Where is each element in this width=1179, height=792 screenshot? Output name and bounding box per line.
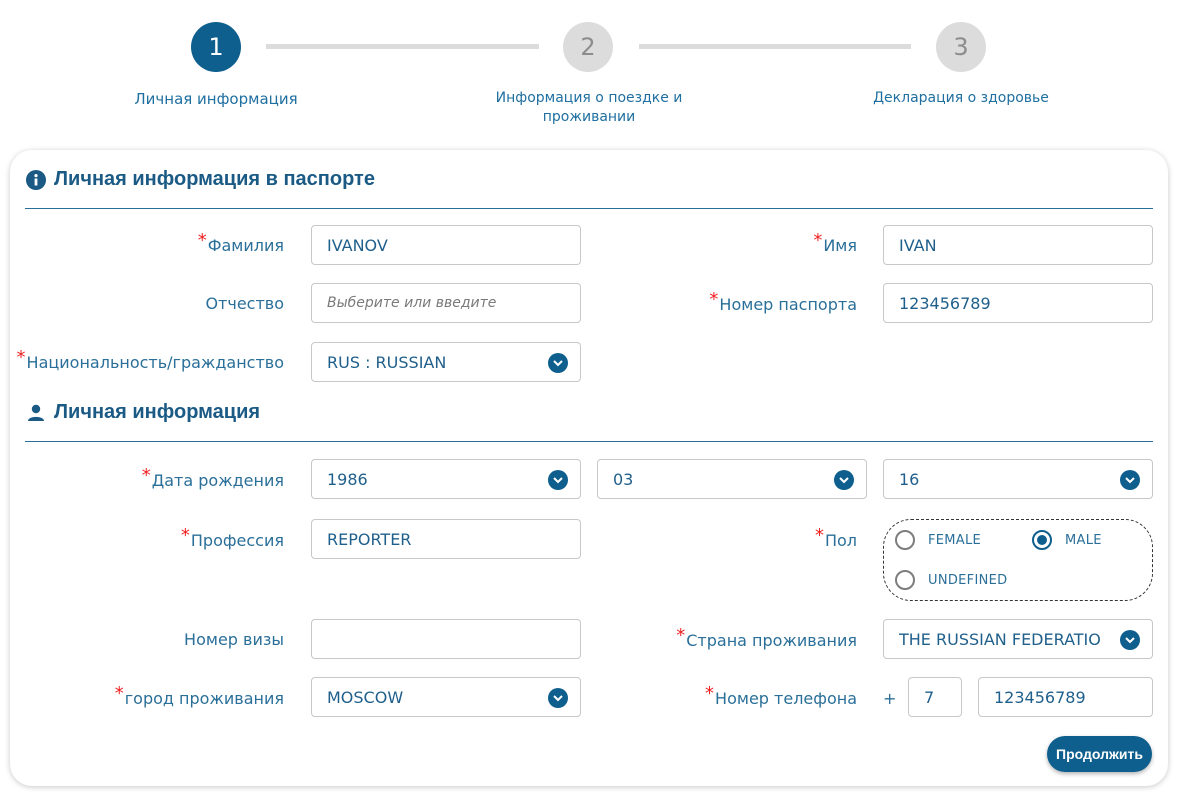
chevron-down-icon[interactable]	[1120, 470, 1140, 490]
birth-month-select[interactable]: 03	[597, 459, 867, 499]
personal-section-title-text: Личная информация	[54, 401, 261, 423]
chevron-down-icon[interactable]	[548, 353, 568, 373]
birth-date-label: *Дата рождения	[141, 465, 284, 490]
progress-stepper: 1 2 3 Личная информация Информация о пое…	[0, 0, 1179, 140]
chevron-down-icon[interactable]	[548, 470, 568, 490]
residence-country-select[interactable]: THE RUSSIAN FEDERATION	[883, 619, 1153, 659]
phone-country-code-input[interactable]: 7	[908, 677, 962, 717]
patronymic-placeholder: Выберите или введите	[327, 295, 497, 311]
surname-label: *Фамилия	[197, 230, 284, 255]
residence-city-select[interactable]: MOSCOW	[311, 677, 581, 717]
radio-undefined[interactable]	[895, 570, 915, 590]
residence-country-label: *Страна проживания	[676, 625, 857, 650]
name-input[interactable]: IVAN	[883, 225, 1153, 265]
profession-label: *Профессия	[180, 525, 284, 550]
birth-year-select[interactable]: 1986	[311, 459, 581, 499]
step-2-number: 2	[580, 33, 596, 61]
radio-male[interactable]	[1032, 530, 1052, 550]
passport-section-divider	[25, 208, 1153, 209]
step-connector-1	[266, 44, 539, 49]
passport-section-title-text: Личная информация в паспорте	[54, 168, 375, 190]
profession-input[interactable]: REPORTER	[311, 519, 581, 559]
residence-city-label: *город проживания	[114, 683, 284, 708]
surname-input[interactable]: IVANOV	[311, 225, 581, 265]
step-2-circle: 2	[563, 22, 613, 72]
info-icon	[26, 169, 46, 190]
step-1-number: 1	[208, 33, 224, 61]
passport-section-title: Личная информация в паспорте	[26, 168, 375, 191]
visa-number-input[interactable]	[311, 619, 581, 659]
gender-radio-group: FEMALE MALE UNDEFINED	[883, 519, 1153, 601]
personal-section-divider	[25, 441, 1153, 442]
step-2-label: Информация о поездке и проживании	[495, 90, 683, 125]
user-icon	[26, 403, 46, 423]
gender-option-female[interactable]: FEMALE	[895, 530, 981, 550]
visa-number-label: Номер визы	[184, 630, 284, 649]
continue-button[interactable]: Продолжить	[1047, 736, 1152, 772]
chevron-down-icon[interactable]	[548, 688, 568, 708]
form-card: Личная информация в паспорте *Фамилия IV…	[10, 150, 1168, 786]
gender-label: *Пол	[814, 525, 857, 550]
personal-section-title: Личная информация	[26, 401, 260, 424]
nationality-select[interactable]: RUS : RUSSIAN	[311, 342, 581, 382]
step-connector-2	[639, 44, 911, 49]
patronymic-label: Отчество	[205, 294, 284, 313]
phone-label: *Номер телефона	[705, 683, 857, 708]
gender-option-undefined[interactable]: UNDEFINED	[895, 570, 1007, 590]
gender-option-male[interactable]: MALE	[1032, 530, 1102, 550]
radio-female[interactable]	[895, 530, 915, 550]
phone-plus-sign: +	[883, 689, 897, 708]
patronymic-input[interactable]: Выберите или введите	[311, 283, 581, 323]
step-1-circle: 1	[191, 22, 241, 72]
passport-number-input[interactable]: 123456789	[883, 283, 1153, 323]
step-1-label: Личная информация	[134, 90, 298, 108]
name-label: *Имя	[813, 230, 857, 255]
chevron-down-icon[interactable]	[834, 470, 854, 490]
birth-day-select[interactable]: 16	[883, 459, 1153, 499]
chevron-down-icon[interactable]	[1120, 630, 1140, 650]
step-3-number: 3	[953, 33, 969, 61]
passport-number-label: *Номер паспорта	[709, 289, 857, 314]
phone-number-input[interactable]: 123456789	[978, 677, 1153, 717]
nationality-label: *Национальность/гражданство	[16, 347, 284, 372]
step-3-circle: 3	[936, 22, 986, 72]
step-3-label: Декларация о здоровье	[873, 90, 1049, 106]
